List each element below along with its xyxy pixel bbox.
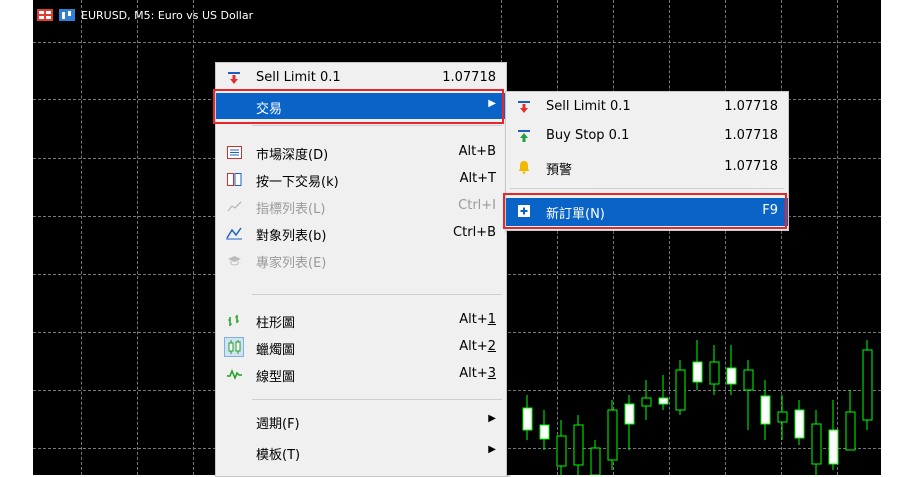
menu-item-label: 模板(T) (256, 448, 301, 463)
menu-item-label: Buy Stop 0.1 (546, 128, 630, 143)
bar-chart-icon (226, 312, 242, 328)
menu-item-indicators-list[interactable]: 指標列表(L) Ctrl+I (216, 193, 506, 219)
one-click-trading-icon (226, 171, 242, 187)
menu-item-label: 市場深度(D) (256, 148, 329, 163)
menu-item-price: 1.07718 (442, 70, 496, 85)
submenu-arrow-icon: ▶ (488, 444, 496, 455)
menu-item-sell-limit[interactable]: Sell Limit 0.1 1.07718 (216, 65, 506, 91)
menu-item-label: 預警 (546, 163, 573, 178)
indicators-icon (226, 198, 242, 214)
menu-item-label: Sell Limit 0.1 (256, 70, 341, 85)
shortcut-prefix: Alt+ (459, 339, 488, 354)
menu-item-line-chart[interactable]: 線型圖 Alt+3 (216, 361, 506, 387)
menu-item-label: 專家列表(E) (256, 256, 327, 271)
menu-item-objects-list[interactable]: 對象列表(b) Ctrl+B (216, 220, 506, 246)
candlestick-icon (224, 337, 244, 357)
menu-item-label: 線型圖 (256, 370, 296, 385)
menu-item-label: 對象列表(b) (256, 229, 327, 244)
shortcut-key: 3 (487, 366, 496, 381)
line-chart-icon (226, 366, 242, 382)
menu-item-shortcut: Alt+1 (459, 312, 496, 327)
menu-item-label: 交易 (256, 102, 283, 117)
menu-item-label: 蠟燭圖 (256, 343, 296, 358)
menu-separator (252, 125, 502, 126)
chart-title: EURUSD, M5: Euro vs US Dollar (81, 8, 254, 22)
shortcut-prefix: Alt+ (459, 366, 488, 381)
submenu-arrow-icon: ▶ (488, 98, 496, 109)
menu-item-candlestick-chart[interactable]: 蠟燭圖 Alt+2 (216, 334, 506, 360)
buy-arrow-icon (516, 128, 532, 144)
menu-item-shortcut: Alt+2 (459, 339, 496, 354)
alert-bell-icon (516, 159, 532, 175)
chart-titlebar: EURUSD, M5: Euro vs US Dollar (37, 4, 253, 26)
experts-icon (226, 252, 242, 268)
screenshot-frame: EURUSD, M5: Euro vs US Dollar Sell Limit… (0, 0, 907, 477)
menu-item-price: 1.07718 (724, 159, 778, 174)
submenu-item-new-order[interactable]: 新訂單(N) F9 (506, 198, 788, 226)
depth-of-market-icon (226, 144, 242, 160)
submenu-arrow-icon: ▶ (488, 413, 496, 424)
trade-submenu: Sell Limit 0.1 1.07718 Buy Stop 0.1 1.07… (505, 91, 789, 231)
menu-item-label: 柱形圖 (256, 316, 296, 331)
window-icon (37, 9, 53, 21)
menu-item-one-click-trading[interactable]: 按一下交易(k) Alt+T (216, 166, 506, 192)
menu-item-shortcut: Alt+3 (459, 366, 496, 381)
shortcut-prefix: Alt+ (459, 312, 488, 327)
menu-item-price: 1.07718 (724, 128, 778, 143)
menu-item-label: 新訂單(N) (546, 207, 605, 222)
menu-item-templates[interactable]: 模板(T) ▶ (216, 439, 506, 465)
chart-context-menu: Sell Limit 0.1 1.07718 交易 ▶ 市場深度(D) Alt+… (215, 62, 507, 477)
submenu-item-sell-limit[interactable]: Sell Limit 0.1 1.07718 (506, 94, 788, 120)
submenu-item-buy-stop[interactable]: Buy Stop 0.1 1.07718 (506, 123, 788, 149)
menu-item-depth-of-market[interactable]: 市場深度(D) Alt+B (216, 139, 506, 165)
menu-item-price: 1.07718 (724, 99, 778, 114)
objects-icon (226, 225, 242, 241)
submenu-item-alert[interactable]: 預警 1.07718 (506, 154, 788, 180)
menu-item-trade[interactable]: 交易 ▶ (216, 93, 506, 119)
sell-arrow-icon (226, 70, 242, 86)
menu-item-shortcut: Alt+B (458, 144, 496, 159)
menu-item-shortcut: Ctrl+I (458, 198, 496, 213)
menu-item-label: 指標列表(L) (256, 202, 326, 217)
chart-icon (59, 9, 75, 21)
new-order-icon (516, 203, 532, 219)
menu-item-label: 週期(F) (256, 417, 300, 432)
sell-arrow-icon (516, 99, 532, 115)
menu-item-label: 按一下交易(k) (256, 175, 339, 190)
menu-item-shortcut: F9 (762, 203, 778, 218)
shortcut-key: 1 (487, 312, 496, 327)
menu-item-timeframes[interactable]: 週期(F) ▶ (216, 408, 506, 434)
shortcut-key: 2 (487, 339, 496, 354)
menu-item-experts-list[interactable]: 專家列表(E) (216, 247, 506, 273)
menu-separator (252, 399, 502, 400)
menu-item-bar-chart[interactable]: 柱形圖 Alt+1 (216, 307, 506, 333)
menu-separator (510, 188, 784, 189)
menu-separator (252, 294, 502, 295)
menu-item-shortcut: Ctrl+B (453, 225, 496, 240)
menu-item-label: Sell Limit 0.1 (546, 99, 631, 114)
menu-item-shortcut: Alt+T (459, 171, 496, 186)
